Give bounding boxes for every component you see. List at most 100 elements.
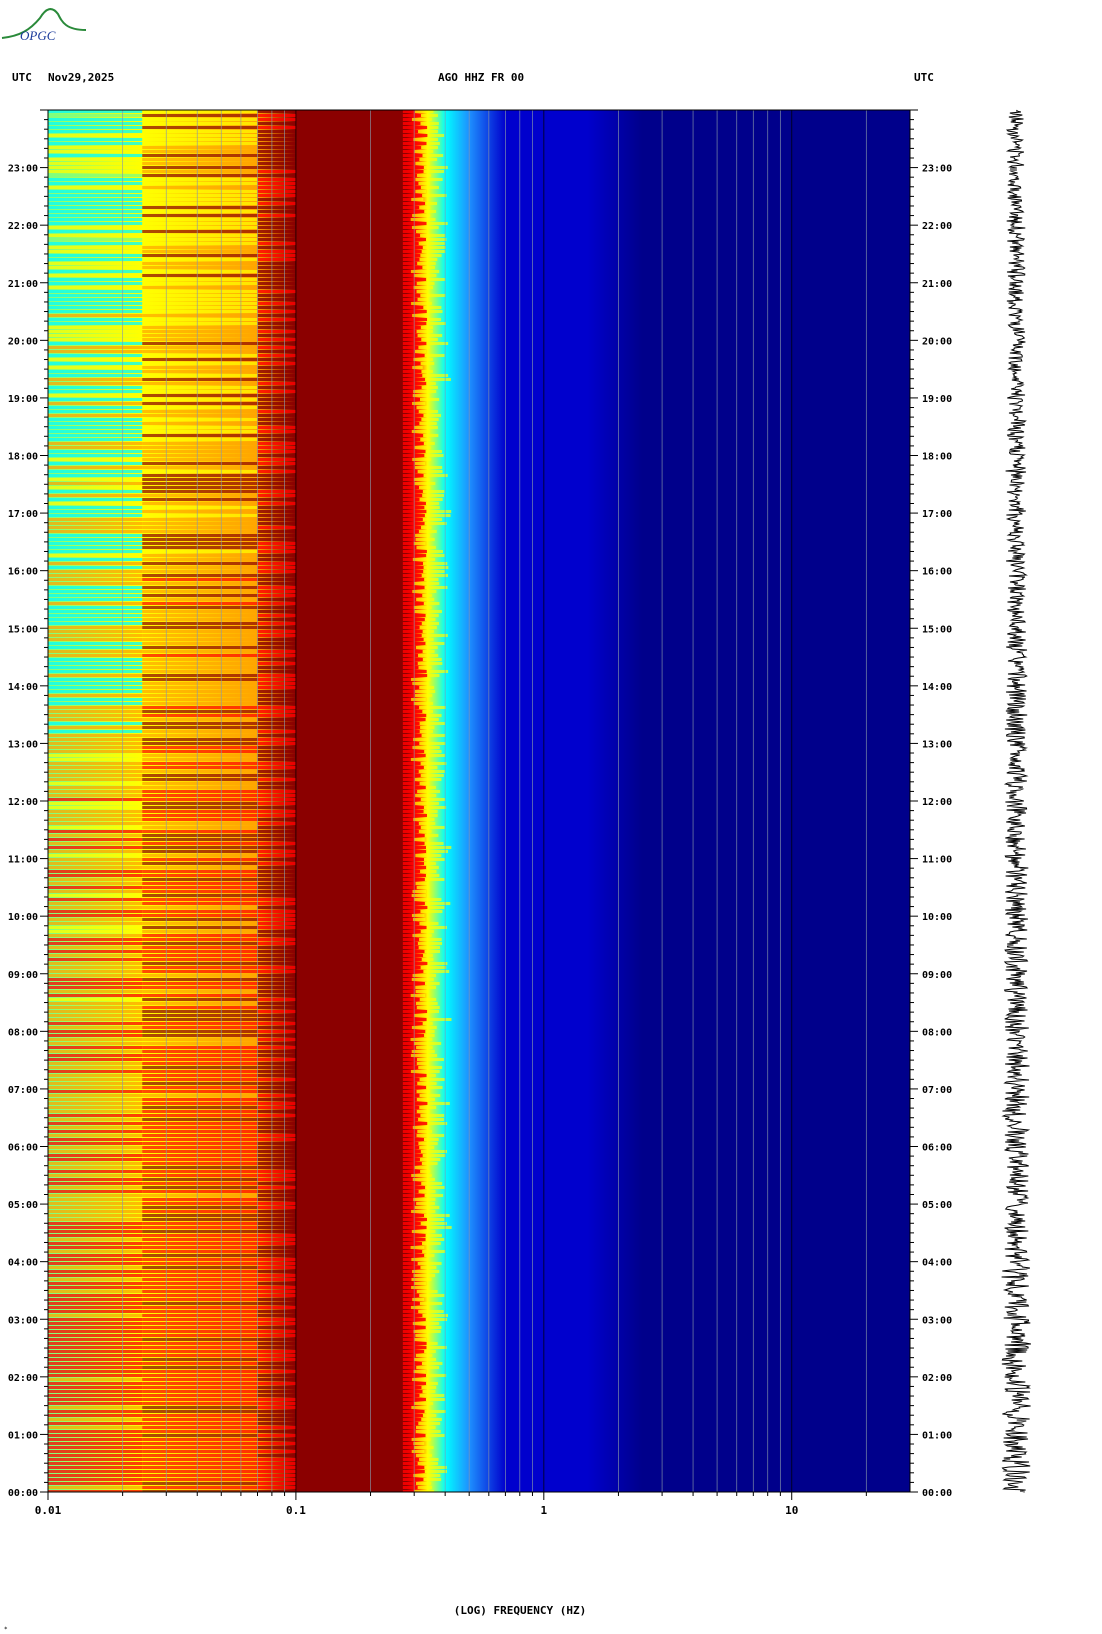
- spectrum-streak: [48, 134, 143, 137]
- spectrum-streak: [257, 1178, 296, 1181]
- spectrum-streak: [402, 586, 425, 589]
- spectrum-streak: [402, 350, 415, 353]
- spectrum-streak: [257, 154, 296, 157]
- spectrum-streak: [402, 710, 423, 713]
- spectrum-streak: [426, 382, 436, 385]
- spectrum-streak: [142, 386, 258, 389]
- spectrum-streak: [257, 598, 296, 601]
- spectrum-streak: [402, 930, 421, 933]
- spectrum-streak: [48, 1434, 143, 1437]
- spectrum-streak: [402, 1242, 423, 1245]
- time-tick-label-right: 14:00: [922, 682, 952, 693]
- spectrum-streak: [426, 1086, 443, 1089]
- spectrum-streak: [257, 878, 296, 881]
- spectrum-streak: [402, 418, 422, 421]
- spectrum-streak: [402, 1446, 414, 1449]
- spectrum-streak: [402, 1330, 414, 1333]
- spectrum-streak: [257, 1098, 296, 1101]
- spectrum-streak: [426, 322, 447, 325]
- spectrum-streak: [420, 1150, 448, 1153]
- spectrum-streak: [419, 922, 439, 925]
- spectrum-streak: [421, 1362, 443, 1365]
- spectrum-streak: [142, 1342, 258, 1345]
- spectrum-streak: [142, 1358, 258, 1361]
- spectrum-streak: [419, 1146, 435, 1149]
- spectrum-streak: [423, 766, 438, 769]
- spectrum-streak: [257, 786, 296, 789]
- spectrum-streak: [48, 1466, 143, 1469]
- spectrum-streak: [142, 754, 258, 757]
- spectrum-streak: [423, 954, 433, 957]
- spectrum-streak: [415, 802, 439, 805]
- spectrum-streak: [142, 1174, 258, 1177]
- spectrum-streak: [142, 238, 258, 241]
- spectrum-streak: [257, 526, 296, 529]
- spectrum-streak: [419, 706, 446, 709]
- spectrum-streak: [402, 414, 424, 417]
- spectrum-streak: [48, 578, 143, 581]
- spectrum-streak: [424, 1470, 448, 1473]
- spectrum-streak: [402, 962, 428, 965]
- spectrum-streak: [419, 158, 438, 161]
- spectrum-streak: [420, 826, 445, 829]
- spectrum-streak: [424, 1350, 436, 1353]
- spectrum-streak: [257, 638, 296, 641]
- spectrum-streak: [402, 862, 425, 865]
- spectrum-streak: [142, 374, 258, 377]
- spectrum-streak: [142, 870, 258, 873]
- spectrum-streak: [423, 434, 439, 437]
- spectrum-streak: [257, 230, 296, 233]
- spectrum-streak: [257, 1042, 296, 1045]
- spectrum-streak: [48, 130, 143, 133]
- spectrum-streak: [257, 254, 296, 257]
- spectrum-streak: [427, 962, 448, 965]
- spectrum-streak: [412, 746, 440, 749]
- spectrum-streak: [402, 206, 420, 209]
- spectrum-streak: [402, 326, 421, 329]
- spectrum-streak: [48, 1102, 143, 1105]
- spectrum-streak: [48, 1178, 143, 1181]
- spectrum-streak: [142, 826, 258, 829]
- spectrum-streak: [424, 834, 439, 837]
- spectrum-streak: [402, 742, 420, 745]
- spectrum-streak: [142, 766, 258, 769]
- spectrum-streak: [142, 1230, 258, 1233]
- spectrum-streak: [257, 822, 296, 825]
- spectrum-streak: [142, 506, 258, 509]
- spectrum-streak: [414, 1206, 440, 1209]
- spectrum-streak: [48, 214, 143, 217]
- spectrum-streak: [48, 162, 143, 165]
- spectrum-streak: [402, 422, 420, 425]
- spectrum-streak: [402, 994, 411, 997]
- spectrum-streak: [48, 1034, 143, 1037]
- spectrum-streak: [48, 622, 143, 625]
- spectrum-streak: [142, 742, 258, 745]
- spectrum-streak: [402, 1074, 427, 1077]
- spectrum-streak: [418, 1190, 436, 1193]
- spectrum-streak: [257, 874, 296, 877]
- spectrum-streak: [425, 1326, 442, 1329]
- spectrum-streak: [142, 994, 258, 997]
- spectrum-streak: [257, 290, 296, 293]
- spectrum-streak: [415, 1354, 433, 1357]
- spectrum-streak: [257, 830, 296, 833]
- spectrum-streak: [142, 118, 258, 121]
- spectrum-streak: [402, 1110, 417, 1113]
- spectrum-streak: [48, 154, 143, 157]
- spectrum-streak: [402, 1150, 421, 1153]
- spectrum-streak: [402, 1070, 411, 1073]
- spectrum-streak: [48, 770, 143, 773]
- spectrum-streak: [257, 1290, 296, 1293]
- spectrum-streak: [402, 738, 414, 741]
- spectrum-streak: [427, 674, 440, 677]
- spectrum-streak: [424, 842, 444, 845]
- spectrum-streak: [402, 1130, 418, 1133]
- spectrum-streak: [413, 1442, 425, 1445]
- time-tick-label-right: 15:00: [922, 624, 952, 635]
- spectrum-streak: [418, 1118, 444, 1121]
- spectrum-streak: [257, 310, 296, 313]
- spectrum-streak: [48, 158, 143, 161]
- spectrum-streak: [257, 1014, 296, 1017]
- spectrum-streak: [402, 890, 413, 893]
- spectrum-streak: [425, 1318, 448, 1321]
